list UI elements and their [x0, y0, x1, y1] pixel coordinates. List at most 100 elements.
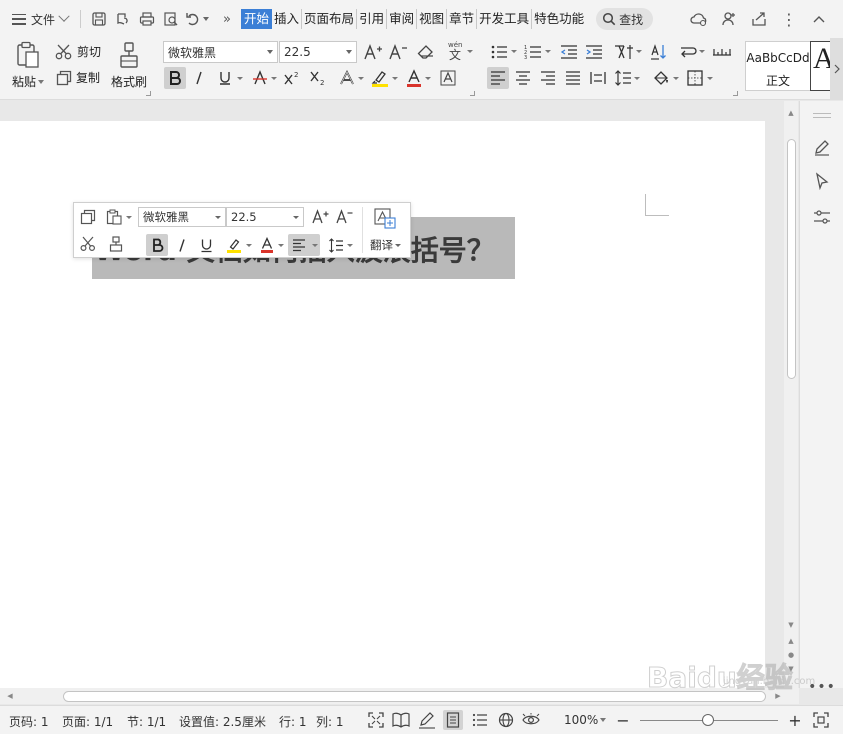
mini-font-name-select[interactable]: 微软雅黑: [138, 207, 226, 227]
decrease-indent-button[interactable]: [558, 41, 580, 63]
bold-button[interactable]: [164, 67, 186, 89]
tab-view[interactable]: 视图: [417, 9, 448, 29]
prev-page-icon[interactable]: ▲: [784, 635, 798, 647]
mini-underline-button[interactable]: [196, 235, 216, 255]
more-vertical-icon[interactable]: ⋮: [777, 7, 801, 31]
zoom-out-icon[interactable]: −: [613, 710, 633, 730]
format-painter-button[interactable]: 格式刷: [110, 41, 148, 95]
mini-paste-dropdown-icon[interactable]: [126, 216, 132, 219]
collaborate-icon[interactable]: [717, 7, 741, 31]
fit-window-icon[interactable]: [811, 710, 831, 730]
bullet-list-dropdown-icon[interactable]: [511, 50, 517, 53]
shrink-font-button[interactable]: [387, 41, 409, 63]
tab-home[interactable]: 开始: [241, 9, 273, 29]
numbered-list-dropdown-icon[interactable]: [545, 50, 551, 53]
drag-handle[interactable]: [813, 113, 831, 121]
cloud-sync-icon[interactable]: [687, 7, 711, 31]
ruler-button[interactable]: [710, 41, 734, 63]
zoom-dropdown-icon[interactable]: [600, 718, 606, 722]
select-browse-object-icon[interactable]: ●: [784, 649, 798, 661]
export-pdf-icon[interactable]: [111, 7, 135, 31]
mini-highlight-dropdown-icon[interactable]: [246, 244, 252, 247]
mini-font-size-select[interactable]: 22.5: [226, 207, 304, 227]
adjust-settings-icon[interactable]: [810, 205, 834, 229]
show-marks-button[interactable]: [677, 41, 699, 63]
reading-mode-icon[interactable]: [391, 710, 411, 730]
copy-button[interactable]: 复制: [56, 69, 100, 86]
status-setting-value[interactable]: 设置值: 2.5厘米: [179, 713, 266, 730]
text-effect-button[interactable]: [336, 67, 358, 89]
char-border-button[interactable]: [437, 67, 459, 89]
increase-indent-button[interactable]: [583, 41, 605, 63]
status-row[interactable]: 行: 1: [279, 713, 307, 730]
tab-review[interactable]: 审阅: [387, 9, 418, 29]
justify-button[interactable]: [562, 67, 584, 89]
style-normal[interactable]: AaBbCcDd 正文: [745, 41, 811, 91]
style-heading[interactable]: A: [810, 41, 832, 91]
line-spacing-button[interactable]: [612, 67, 634, 89]
status-column[interactable]: 列: 1: [316, 713, 344, 730]
font-size-select[interactable]: 22.5: [279, 41, 357, 63]
italic-button[interactable]: [188, 67, 210, 89]
mini-paste-button[interactable]: [104, 207, 124, 227]
pinyin-guide-button[interactable]: wén 文: [443, 39, 469, 61]
underline-dropdown-icon[interactable]: [237, 77, 243, 80]
font-color-dropdown-icon[interactable]: [425, 77, 431, 80]
subscript-button[interactable]: 2: [307, 67, 329, 89]
vertical-scroll-thumb[interactable]: [787, 139, 796, 379]
clipboard-group-launcher[interactable]: [146, 91, 151, 96]
superscript-button[interactable]: 2: [281, 67, 303, 89]
print-preview-icon[interactable]: [159, 7, 183, 31]
borders-dropdown-icon[interactable]: [707, 77, 713, 80]
mini-shrink-font-button[interactable]: [334, 207, 354, 227]
mini-font-color-button[interactable]: [257, 235, 277, 255]
undo-dropdown-icon[interactable]: [203, 17, 210, 21]
mini-highlight-button[interactable]: [224, 235, 244, 255]
horizontal-scrollbar[interactable]: ◀ ▶: [0, 688, 799, 704]
file-menu[interactable]: 文件: [0, 7, 74, 31]
scroll-up-icon[interactable]: ▲: [784, 107, 798, 119]
next-page-icon[interactable]: ▼: [784, 663, 798, 675]
status-page-number[interactable]: 页码: 1: [9, 713, 49, 730]
bullet-list-button[interactable]: [488, 41, 510, 63]
scroll-right-icon[interactable]: ▶: [772, 690, 784, 702]
underline-button[interactable]: [214, 67, 236, 89]
tab-references[interactable]: 引用: [357, 9, 388, 29]
horizontal-scroll-thumb[interactable]: [63, 691, 766, 702]
eye-protection-icon[interactable]: [521, 710, 541, 730]
status-page-count[interactable]: 页面: 1/1: [62, 713, 113, 730]
mini-format-painter-button[interactable]: [106, 234, 126, 254]
share-icon[interactable]: [747, 7, 771, 31]
highlight-dropdown-icon[interactable]: [392, 77, 398, 80]
align-center-button[interactable]: [512, 67, 534, 89]
edit-pen-icon[interactable]: [810, 135, 834, 159]
grow-font-button[interactable]: [362, 41, 384, 63]
tab-developer[interactable]: 开发工具: [477, 9, 533, 29]
line-spacing-dropdown-icon[interactable]: [634, 77, 640, 80]
fullscreen-icon[interactable]: [366, 710, 386, 730]
borders-button[interactable]: [684, 67, 706, 89]
font-group-launcher[interactable]: [470, 91, 475, 96]
paste-button[interactable]: 粘贴: [10, 41, 46, 95]
vertical-scrollbar[interactable]: ▲ ▼ ▲ ● ▼: [784, 101, 798, 688]
web-view-icon[interactable]: [496, 710, 516, 730]
mini-line-spacing-dropdown-icon[interactable]: [347, 244, 353, 247]
font-name-select[interactable]: 微软雅黑: [163, 41, 278, 63]
show-marks-dropdown-icon[interactable]: [699, 50, 705, 53]
mini-line-spacing-button[interactable]: [326, 235, 346, 255]
zoom-level[interactable]: 100%: [564, 713, 598, 727]
tab-features[interactable]: 特色功能: [532, 9, 586, 29]
mini-font-color-dropdown-icon[interactable]: [278, 244, 284, 247]
mini-bold-button[interactable]: [146, 234, 168, 256]
shading-button[interactable]: [650, 67, 672, 89]
shading-dropdown-icon[interactable]: [673, 77, 679, 80]
mini-copy-button[interactable]: [78, 207, 98, 227]
font-color-button[interactable]: [403, 67, 425, 89]
more-tabs-icon[interactable]: »: [215, 7, 239, 31]
pinyin-dropdown-icon[interactable]: [467, 50, 473, 53]
strikethrough-button[interactable]: [249, 67, 271, 89]
mini-cut-button[interactable]: [78, 234, 98, 254]
text-effect-dropdown-icon[interactable]: [358, 77, 364, 80]
select-cursor-icon[interactable]: [810, 169, 834, 193]
distributed-button[interactable]: [587, 67, 609, 89]
